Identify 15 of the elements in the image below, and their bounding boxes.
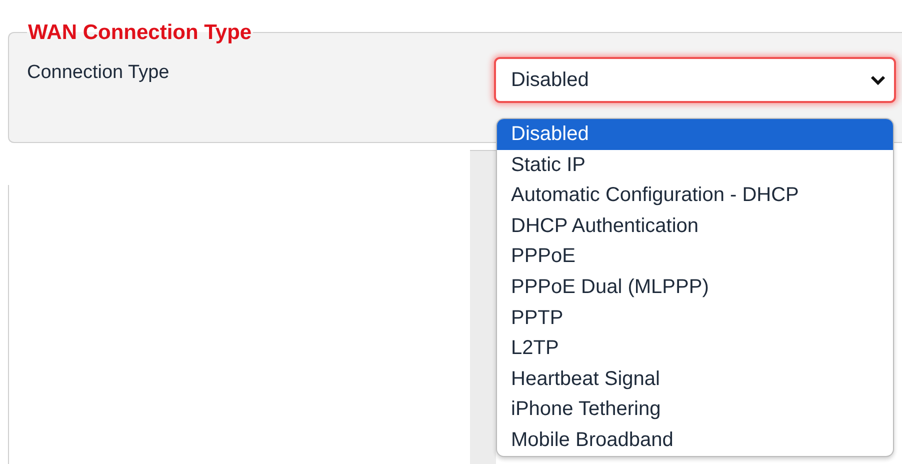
dropdown-option[interactable]: Automatic Configuration - DHCP [497, 180, 893, 211]
dropdown-option[interactable]: L2TP [497, 333, 893, 364]
chevron-down-icon [870, 74, 886, 86]
dropdown-option[interactable]: PPPoE [497, 241, 893, 272]
dropdown-option[interactable]: PPPoE Dual (MLPPP) [497, 272, 893, 303]
dropdown-option[interactable]: Static IP [497, 150, 893, 180]
dropdown-option[interactable]: Disabled [497, 119, 893, 150]
field-label: Connection Type [27, 61, 170, 85]
dropdown-option[interactable]: DHCP Authentication [497, 210, 893, 242]
dropdown-option[interactable]: PPTP [497, 302, 893, 334]
dropdown-option[interactable]: Mobile Broadband [497, 424, 893, 456]
section-title: WAN Connection Type [27, 22, 253, 43]
connection-type-select[interactable]: Disabled [494, 57, 896, 103]
dropdown-option[interactable]: Heartbeat Signal [497, 364, 893, 394]
dropdown-option[interactable]: iPhone Tethering [497, 394, 893, 425]
